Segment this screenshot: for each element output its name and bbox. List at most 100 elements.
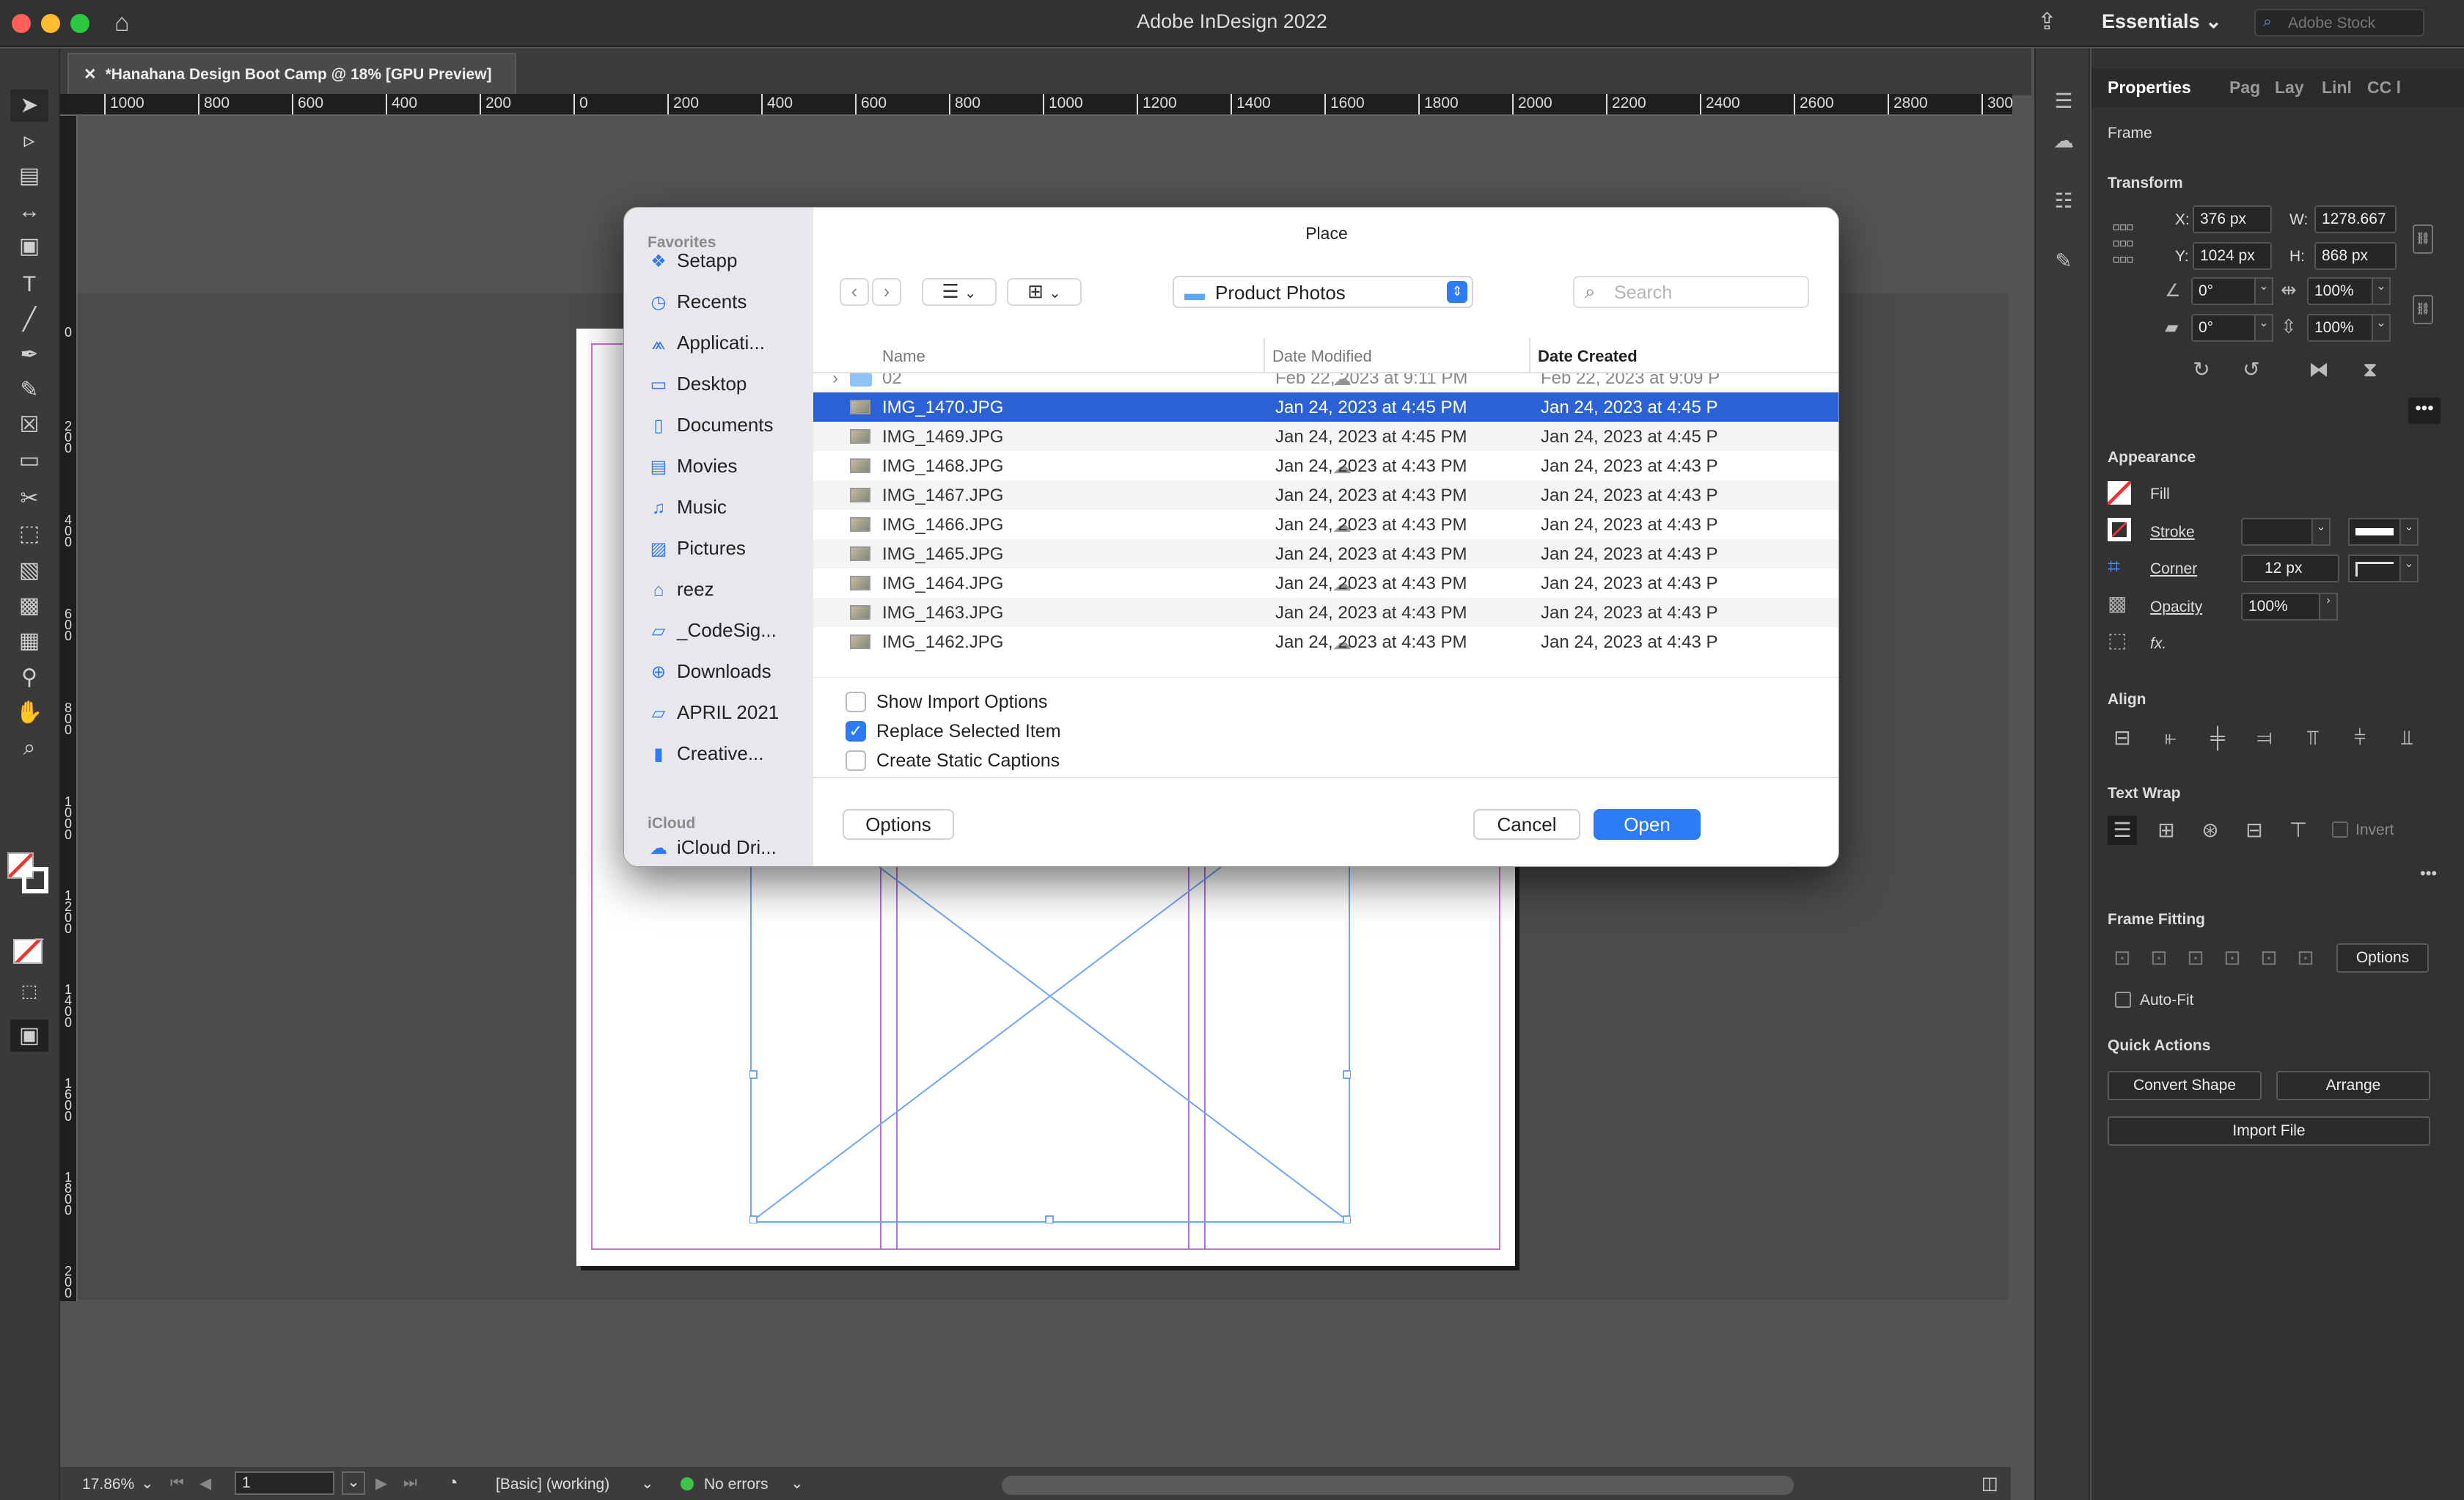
y-field[interactable]: 1024 px xyxy=(2193,242,2272,270)
menu-icon[interactable]: ☰ xyxy=(2049,87,2078,116)
list-item[interactable]: IMG_1465.JPG Jan 24, 2023 at 4:43 PM Jan… xyxy=(813,539,1838,568)
chevron-down-icon[interactable]: ⌄ xyxy=(342,1471,365,1495)
chevron-down-icon[interactable]: ⌄ xyxy=(2399,555,2419,582)
column-date-modified[interactable]: Date Modified xyxy=(1272,347,1372,366)
convert-shape-button[interactable]: Convert Shape xyxy=(2108,1071,2262,1100)
chevron-down-icon[interactable]: ⌄ xyxy=(2399,518,2419,546)
align-right-icon[interactable]: ⫤ xyxy=(2250,723,2279,753)
chevron-down-icon[interactable]: ⌄ xyxy=(791,1474,804,1493)
gradient-tool-icon[interactable]: ▧ xyxy=(10,555,48,587)
rotation-field[interactable]: 0° xyxy=(2191,277,2256,305)
opacity-label[interactable]: Opacity xyxy=(2150,599,2202,616)
corner-label[interactable]: Corner xyxy=(2150,560,2197,578)
frame-options-icon[interactable]: ⬚ xyxy=(2108,628,2127,652)
working-style[interactable]: [Basic] (working) xyxy=(496,1476,609,1493)
chevron-right-icon[interactable]: › xyxy=(2319,593,2338,621)
screen-mode-icon[interactable]: ⬚ xyxy=(10,976,48,1008)
apply-none-icon[interactable] xyxy=(13,939,43,964)
list-item[interactable]: › 02 ☁ Feb 22, 2023 at 9:11 PM Feb 22, 2… xyxy=(813,373,1838,392)
next-page-icon[interactable]: ▶ xyxy=(375,1474,387,1493)
arrange-button[interactable]: Arrange xyxy=(2276,1071,2430,1100)
show-import-options-checkbox[interactable] xyxy=(846,692,866,712)
selection-tool-icon[interactable]: ➤ xyxy=(10,89,48,122)
type-tool-icon[interactable]: T xyxy=(10,268,48,301)
corner-options-icon[interactable]: ⌗ xyxy=(2108,555,2120,579)
sidebar-item-desktop[interactable]: ▭ Desktop xyxy=(648,369,747,398)
rectangle-tool-icon[interactable]: ▭ xyxy=(10,444,48,477)
chevron-down-icon[interactable]: ⌄ xyxy=(641,1474,654,1493)
preview-mode-icon[interactable]: ▣ xyxy=(10,1020,48,1052)
fit-frame-to-content-icon[interactable]: ⊡ xyxy=(2181,943,2210,973)
column-date-created[interactable]: Date Created xyxy=(1538,347,1638,366)
disclosure-icon[interactable]: › xyxy=(832,373,838,389)
stroke-type-select[interactable] xyxy=(2348,518,2401,546)
search-input[interactable]: ⌕ Search xyxy=(1573,276,1809,308)
workspace-switcher[interactable]: Essentials ⌄ xyxy=(2102,10,2222,33)
align-top-icon[interactable]: ⫪ xyxy=(2298,723,2328,753)
line-tool-icon[interactable]: ╱ xyxy=(10,304,48,336)
list-item[interactable]: IMG_1467.JPG Jan 24, 2023 at 4:43 PM Jan… xyxy=(813,480,1838,510)
forward-button[interactable]: › xyxy=(872,278,901,306)
h-field[interactable]: 868 px xyxy=(2314,242,2397,270)
sidebar-item-icloud-drive[interactable]: ☁ iCloud Dri... xyxy=(648,833,777,862)
auto-fit-checkbox[interactable] xyxy=(2115,992,2131,1008)
fit-content-to-frame-icon[interactable]: ⊡ xyxy=(2218,943,2247,973)
rectangle-frame-tool-icon[interactable]: ☒ xyxy=(10,409,48,442)
sidebar-item-setapp[interactable]: ❖ Setapp xyxy=(648,246,737,275)
align-middle-icon[interactable]: ⫩ xyxy=(2345,723,2375,753)
sidebar-item-documents[interactable]: ▯ Documents xyxy=(648,410,773,439)
list-item[interactable]: IMG_1462.JPG ☁ Jan 24, 2023 at 4:43 PM J… xyxy=(813,627,1838,656)
stroke-label[interactable]: Stroke xyxy=(2150,524,2195,541)
rotate-counterclockwise-icon[interactable]: ↺ xyxy=(2237,355,2266,384)
fit-content-proportionally-icon[interactable]: ⊡ xyxy=(2144,943,2174,973)
fill-swatch[interactable] xyxy=(2108,481,2131,505)
list-item[interactable]: IMG_1464.JPG ☁ Jan 24, 2023 at 4:43 PM J… xyxy=(813,568,1838,598)
list-item[interactable]: IMG_1468.JPG ☁ Jan 24, 2023 at 4:43 PM J… xyxy=(813,451,1838,480)
tab-links[interactable]: Linl xyxy=(2322,78,2352,98)
back-button[interactable]: ‹ xyxy=(840,278,869,306)
view-list-button[interactable]: ☰ ⌄ xyxy=(922,278,997,306)
sidebar-item-home[interactable]: ⌂ reez xyxy=(648,574,714,604)
cancel-button[interactable]: Cancel xyxy=(1473,809,1580,840)
chevron-down-icon[interactable]: ⌄ xyxy=(141,1474,154,1493)
invert-checkbox[interactable] xyxy=(2332,822,2348,838)
more-options-icon[interactable]: ••• xyxy=(2408,398,2441,424)
more-options-icon[interactable]: ••• xyxy=(2420,864,2437,883)
sidebar-item-movies[interactable]: ▤ Movies xyxy=(648,451,738,480)
first-page-icon[interactable]: ⏮ xyxy=(170,1474,184,1492)
align-bottom-icon[interactable]: ⫫ xyxy=(2392,723,2421,753)
jump-next-column-icon[interactable]: ⊤ xyxy=(2284,816,2313,845)
stroke-swatch[interactable] xyxy=(22,867,48,893)
list-item[interactable]: IMG_1466.JPG ☁ Jan 24, 2023 at 4:43 PM J… xyxy=(813,510,1838,539)
document-tab[interactable]: ✕ *Hanahana Design Boot Camp @ 18% [GPU P… xyxy=(67,53,516,95)
tab-layers[interactable]: Lay xyxy=(2275,78,2304,98)
direct-selection-tool-icon[interactable]: ▹ xyxy=(10,125,48,157)
w-field[interactable]: 1278.667 xyxy=(2314,205,2397,233)
list-item[interactable]: IMG_1470.JPG Jan 24, 2023 at 4:45 PM Jan… xyxy=(813,392,1838,422)
reference-point-icon[interactable]: ▫▫▫ ▫▫▫ ▫▫▫ xyxy=(2112,215,2134,271)
panel-layout-icon[interactable]: ◫ xyxy=(1981,1473,1998,1494)
location-select[interactable]: ▬ Product Photos ⇕ xyxy=(1173,276,1473,308)
effects-label[interactable]: fx. xyxy=(2150,635,2166,653)
edit-icon[interactable]: ✎ xyxy=(2049,246,2078,276)
constrain-scale-icon[interactable]: ⛓ xyxy=(2413,295,2433,324)
close-tab-icon[interactable]: ✕ xyxy=(84,66,97,83)
options-button[interactable]: Options xyxy=(843,809,954,840)
constrain-link-icon[interactable]: ⛓ xyxy=(2413,224,2433,254)
list-item[interactable]: IMG_1469.JPG Jan 24, 2023 at 4:45 PM Jan… xyxy=(813,422,1838,451)
preflight-icon[interactable]: ◔ xyxy=(447,1473,458,1493)
chevron-down-icon[interactable]: ⌄ xyxy=(2254,277,2273,305)
open-button[interactable]: Open xyxy=(1594,809,1701,840)
list-item[interactable]: IMG_1463.JPG Jan 24, 2023 at 4:43 PM Jan… xyxy=(813,598,1838,627)
chevron-down-icon[interactable]: ⌄ xyxy=(2372,314,2391,342)
cc-libraries-icon[interactable]: ☁ xyxy=(2049,126,2078,156)
sidebar-item-creative[interactable]: ▮ Creative... xyxy=(648,739,763,768)
wrap-bounding-box-icon[interactable]: ⊞ xyxy=(2152,816,2181,845)
sidebar-item-codesig[interactable]: ▱ _CodeSig... xyxy=(648,615,777,645)
free-transform-tool-icon[interactable]: ⬚ xyxy=(10,518,48,550)
opacity-field[interactable]: 100% xyxy=(2241,593,2320,621)
sidebar-item-recents[interactable]: ◷ Recents xyxy=(648,287,747,316)
scale-x-field[interactable]: 100% xyxy=(2307,277,2373,305)
rotate-clockwise-icon[interactable]: ↻ xyxy=(2187,355,2216,384)
sidebar-item-april-2021[interactable]: ▱ APRIL 2021 xyxy=(648,698,779,727)
